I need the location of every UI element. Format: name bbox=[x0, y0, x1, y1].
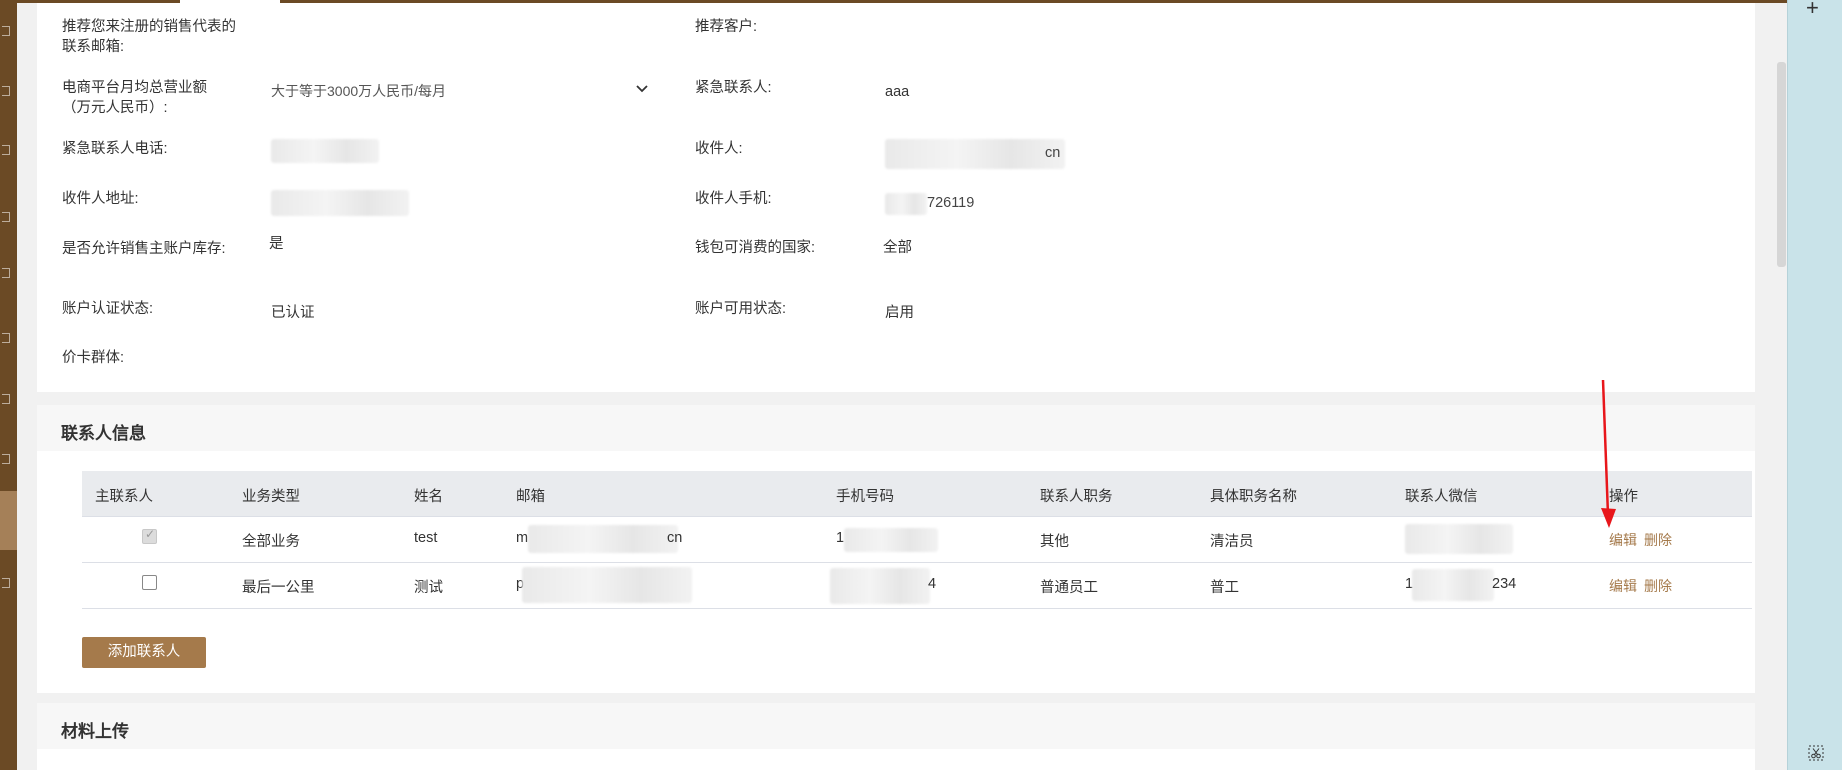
cell-email-tail: cn bbox=[667, 530, 683, 546]
scrollbar-thumb[interactable] bbox=[1777, 62, 1786, 267]
wallet-country-label: 钱包可消费的国家: bbox=[695, 240, 816, 256]
nav-mark[interactable] bbox=[2, 333, 10, 343]
cell-email-redacted bbox=[522, 567, 692, 603]
add-contact-button[interactable]: 添加联系人 bbox=[82, 637, 206, 668]
contacts-section-header: 联系人信息 bbox=[37, 405, 1755, 451]
recipient-mobile-redacted bbox=[885, 193, 927, 215]
table-row: 最后一公里 测试 p 4 普通员工 普工 1 234 编辑 删除 bbox=[82, 563, 1752, 609]
col-primary: 主联系人 bbox=[95, 489, 153, 505]
nav-mark[interactable] bbox=[2, 578, 10, 588]
auth-status-value: 已认证 bbox=[271, 305, 315, 321]
materials-section-title: 材料上传 bbox=[61, 722, 129, 741]
recipient-value-tail: cn bbox=[1045, 145, 1061, 161]
cell-email-redacted bbox=[528, 525, 678, 553]
allow-sales-value: 是 bbox=[269, 236, 284, 252]
cell-wechat-redacted bbox=[1405, 524, 1513, 554]
recipient-address-label: 收件人地址: bbox=[62, 191, 139, 207]
nav-mark[interactable] bbox=[2, 86, 10, 96]
emergency-phone-value-redacted bbox=[271, 139, 379, 163]
table-row: 全部业务 test m cn 1 其他 清洁员 编辑 删除 bbox=[82, 517, 1752, 563]
cell-email-head: m bbox=[516, 530, 529, 546]
col-wechat: 联系人微信 bbox=[1405, 489, 1478, 505]
nav-mark[interactable] bbox=[2, 268, 10, 278]
cell-name: 测试 bbox=[414, 580, 443, 596]
col-actions: 操作 bbox=[1609, 489, 1638, 505]
emergency-contact-value: aaa bbox=[885, 84, 910, 100]
recipient-mobile-tail: 726119 bbox=[927, 195, 975, 211]
cell-job-title: 普工 bbox=[1210, 580, 1239, 596]
cell-phone-head: 1 bbox=[836, 530, 845, 546]
cell-position: 其他 bbox=[1040, 534, 1069, 550]
col-job-title: 具体职务名称 bbox=[1210, 489, 1297, 505]
left-nav-strip bbox=[0, 0, 17, 770]
cell-wechat-redacted bbox=[1412, 569, 1494, 601]
cell-wechat-tail: 234 bbox=[1492, 576, 1517, 592]
primary-contact-checkbox[interactable] bbox=[142, 575, 157, 590]
emergency-phone-label: 紧急联系人电话: bbox=[62, 141, 168, 157]
cell-business: 最后一公里 bbox=[242, 580, 315, 596]
monthly-revenue-label: 电商平台月均总营业额（万元人民币）: bbox=[62, 80, 207, 116]
col-business: 业务类型 bbox=[242, 489, 300, 505]
recipient-value-redacted bbox=[885, 139, 1065, 169]
edit-contact-link[interactable]: 编辑 bbox=[1609, 576, 1637, 596]
cell-job-title: 清洁员 bbox=[1210, 534, 1254, 550]
available-status-label: 账户可用状态: bbox=[695, 301, 787, 317]
col-name: 姓名 bbox=[414, 489, 443, 505]
price-group-label: 价卡群体: bbox=[62, 350, 125, 366]
auth-status-label: 账户认证状态: bbox=[62, 301, 154, 317]
edit-contact-link[interactable]: 编辑 bbox=[1609, 530, 1637, 550]
col-email: 邮箱 bbox=[516, 489, 545, 505]
account-info-card: 推荐您来注册的销售代表的联系邮箱: 推荐客户: 电商平台月均总营业额（万元人民币… bbox=[37, 3, 1755, 392]
wallet-country-value: 全部 bbox=[883, 240, 912, 256]
emergency-contact-label: 紧急联系人: bbox=[695, 80, 772, 96]
cell-phone-redacted bbox=[844, 528, 938, 552]
cell-position: 普通员工 bbox=[1040, 580, 1098, 596]
right-side-panel: + bbox=[1787, 0, 1842, 770]
referral-email-label: 推荐您来注册的销售代表的联系邮箱: bbox=[62, 19, 236, 55]
delete-contact-link[interactable]: 删除 bbox=[1644, 530, 1672, 550]
cell-business: 全部业务 bbox=[242, 534, 300, 550]
nav-active-item[interactable] bbox=[0, 491, 17, 550]
col-phone: 手机号码 bbox=[836, 489, 894, 505]
monthly-revenue-value: 大于等于3000万人民币/每月 bbox=[271, 83, 447, 99]
primary-contact-checkbox[interactable] bbox=[142, 527, 157, 544]
available-status-value: 启用 bbox=[885, 305, 914, 321]
cell-phone-tail: 4 bbox=[928, 576, 937, 592]
plus-icon[interactable]: + bbox=[1806, 0, 1819, 19]
materials-card: 材料上传 bbox=[37, 703, 1755, 770]
col-position: 联系人职务 bbox=[1040, 489, 1113, 505]
nav-mark[interactable] bbox=[2, 145, 10, 155]
nav-mark[interactable] bbox=[2, 212, 10, 222]
cell-phone-redacted bbox=[830, 568, 930, 604]
recipient-mobile-label: 收件人手机: bbox=[695, 191, 772, 207]
delete-contact-link[interactable]: 删除 bbox=[1644, 576, 1672, 596]
monthly-revenue-select[interactable]: 大于等于3000万人民币/每月 bbox=[271, 77, 651, 105]
main-content: 推荐您来注册的销售代表的联系邮箱: 推荐客户: 电商平台月均总营业额（万元人民币… bbox=[17, 3, 1787, 770]
nav-mark[interactable] bbox=[2, 454, 10, 464]
allow-sales-label: 是否允许销售主账户库存: bbox=[62, 241, 226, 257]
chevron-down-icon bbox=[636, 85, 648, 93]
contacts-table-header: 主联系人 业务类型 姓名 邮箱 手机号码 联系人职务 具体职务名称 联系人微信 … bbox=[82, 471, 1752, 517]
scissor-icon[interactable] bbox=[1808, 745, 1824, 761]
materials-section-header: 材料上传 bbox=[37, 703, 1755, 749]
referral-customer-label: 推荐客户: bbox=[695, 19, 758, 35]
recipient-address-redacted bbox=[271, 190, 409, 216]
contacts-section-title: 联系人信息 bbox=[61, 424, 146, 443]
cell-name: test bbox=[414, 530, 438, 546]
contacts-card: 联系人信息 主联系人 业务类型 姓名 邮箱 手机号码 联系人职务 具体职务名称 … bbox=[37, 405, 1755, 693]
nav-mark[interactable] bbox=[2, 26, 10, 36]
nav-mark[interactable] bbox=[2, 394, 10, 404]
recipient-label: 收件人: bbox=[695, 141, 743, 157]
